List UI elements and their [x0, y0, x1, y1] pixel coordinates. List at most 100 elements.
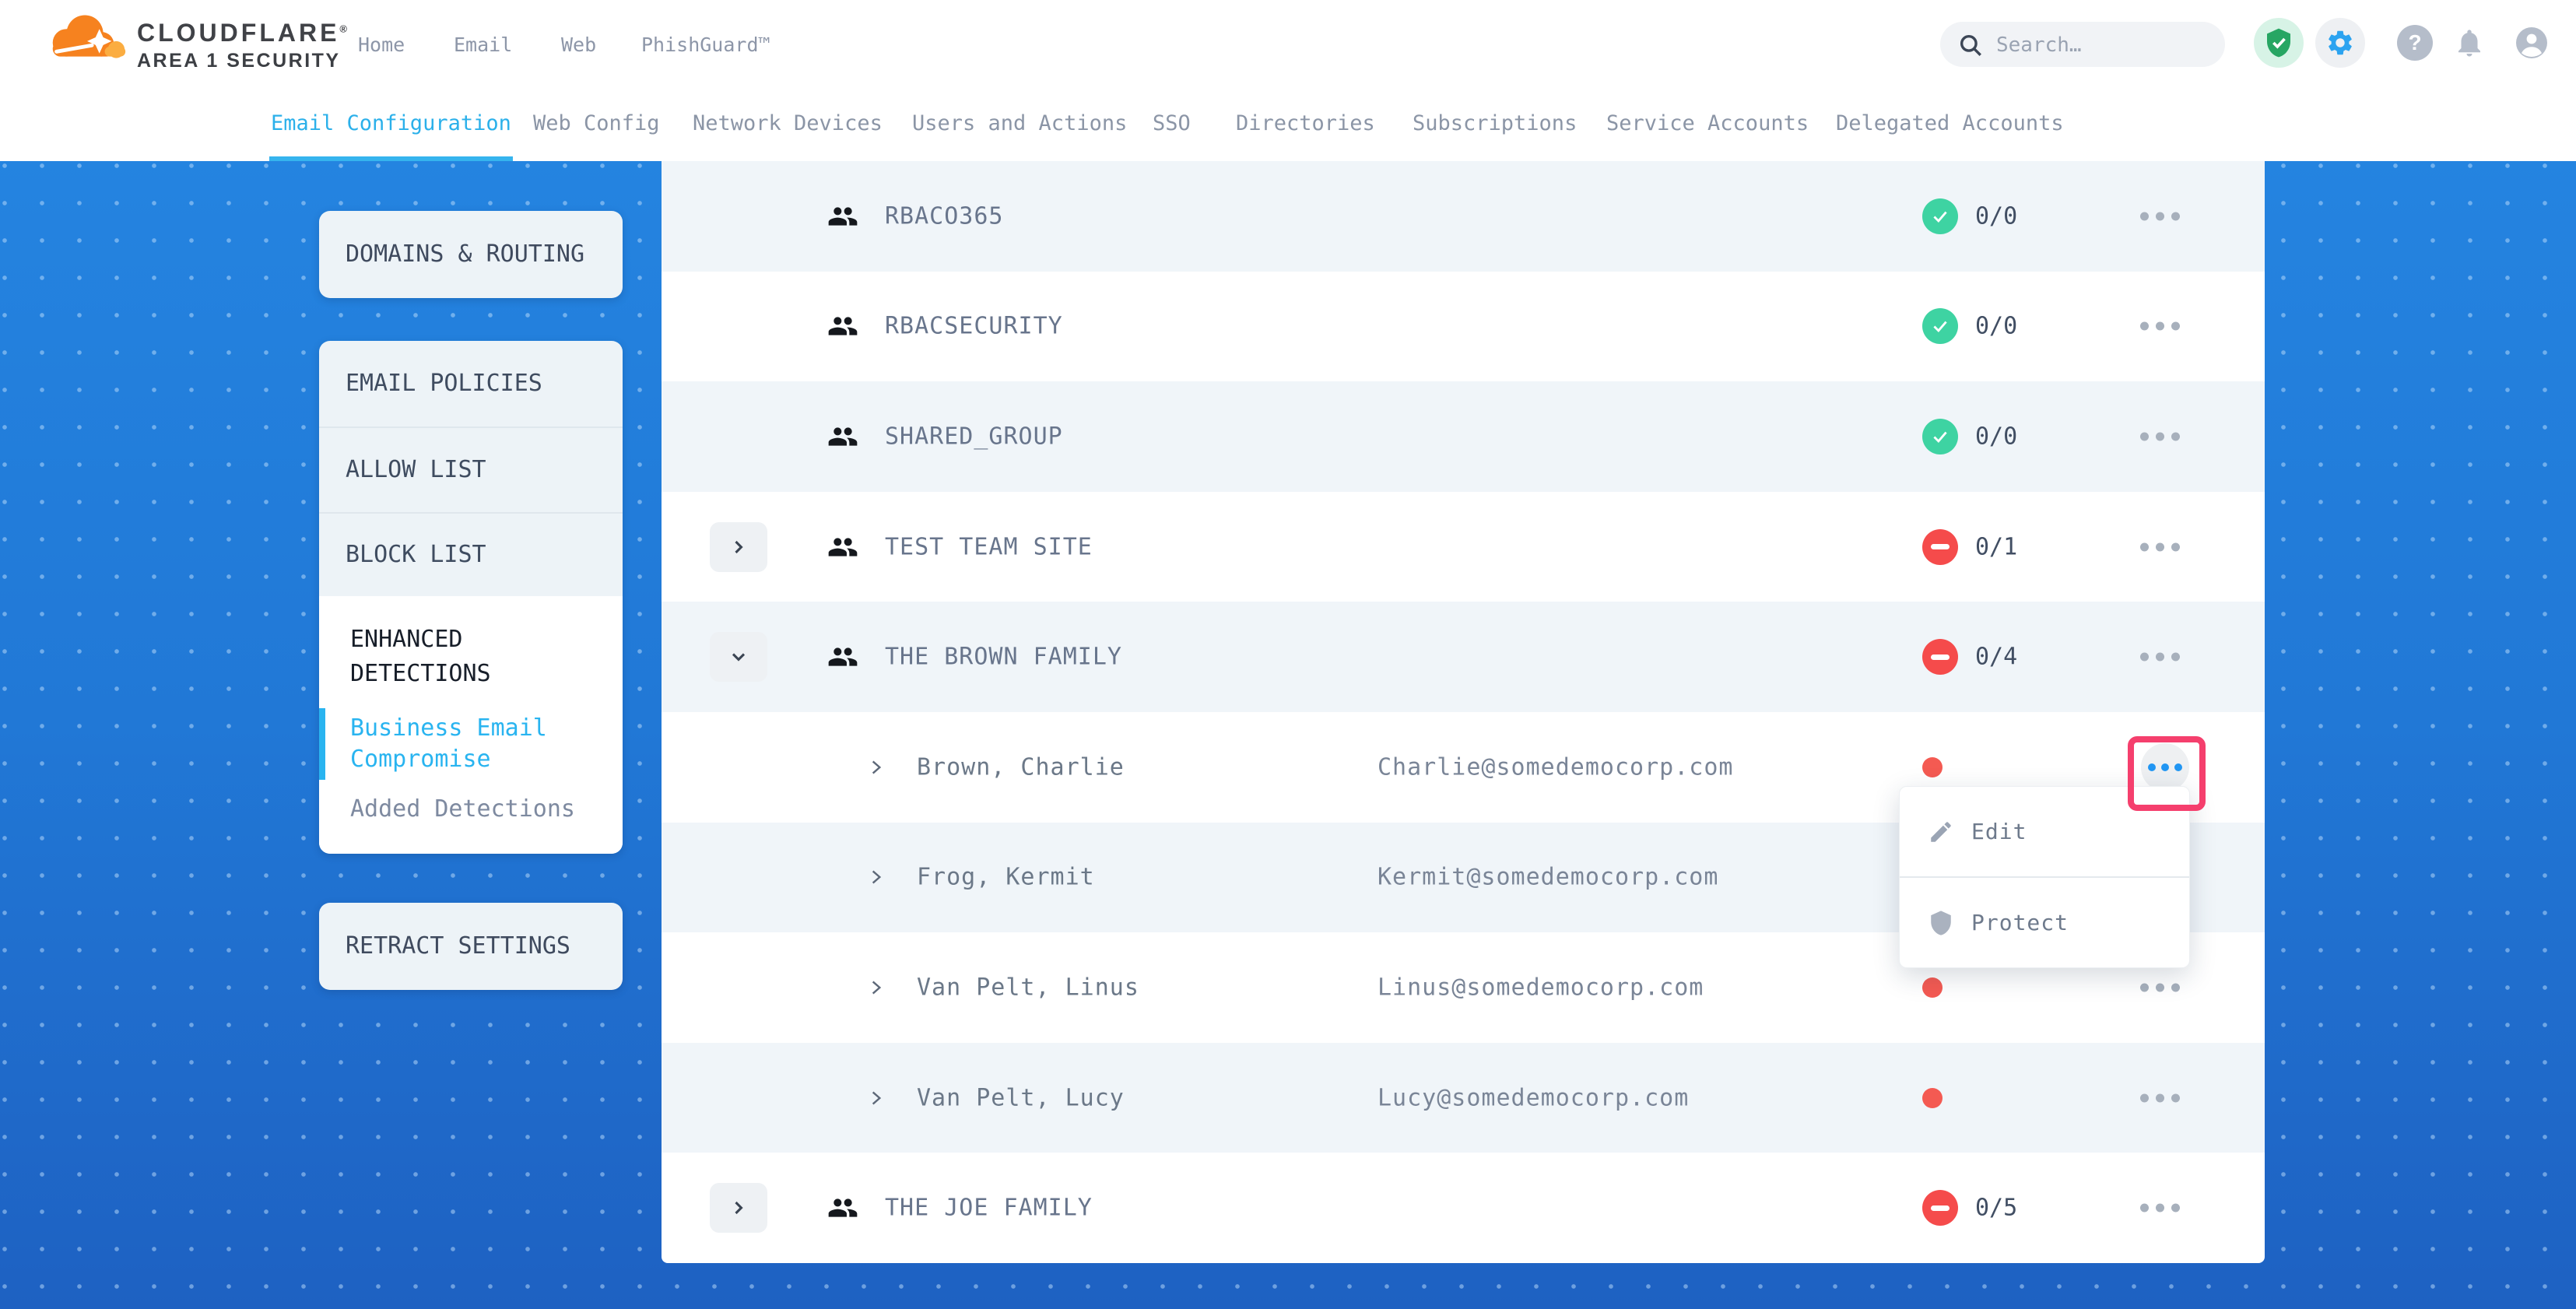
chevron-right-icon [866, 977, 886, 998]
protected-count: 0/4 [1975, 644, 2017, 671]
status-badge-ok [1922, 419, 1958, 454]
sidebar-item-email-policies[interactable]: EMAIL POLICIES [319, 341, 623, 426]
tab-web-config[interactable]: Web Config [533, 89, 660, 161]
help-icon: ? [2397, 25, 2433, 61]
sidebar-item-business-email-compromise[interactable]: Business Email Compromise [350, 713, 601, 775]
sidebar-item-added-detections[interactable]: Added Detections [350, 795, 601, 823]
sidebar-item-allow-list[interactable]: ALLOW LIST [319, 426, 623, 512]
tab-delegated-accounts[interactable]: Delegated Accounts [1836, 89, 2064, 161]
row-menu-button[interactable] [2137, 421, 2183, 451]
protected-count: 0/1 [1975, 533, 2017, 560]
search-icon [1957, 32, 1984, 58]
group-name: SHARED_GROUP [885, 423, 1063, 450]
member-email: Linus@somedemocorp.com [1377, 974, 1704, 1001]
tab-network-devices[interactable]: Network Devices [693, 89, 883, 161]
row-menu-button[interactable] [2137, 972, 2183, 1002]
row-menu-button[interactable] [2137, 1193, 2183, 1223]
tab-email-configuration[interactable]: Email Configuration [271, 89, 511, 161]
chevron-down-icon [728, 646, 749, 668]
table-row-group[interactable]: RBACO365 0/0 [662, 161, 2265, 272]
protected-count: 0/0 [1975, 202, 2017, 230]
tab-subscriptions[interactable]: Subscriptions [1413, 89, 1577, 161]
member-name: Frog, Kermit [917, 864, 1095, 891]
tab-sso[interactable]: SSO [1153, 89, 1191, 161]
check-icon [1934, 433, 1946, 441]
menu-item-protect[interactable]: Protect [1900, 876, 2189, 967]
account-button[interactable] [2507, 18, 2557, 68]
section-tabs: Email Configuration Web Config Network D… [0, 89, 2576, 161]
chevron-right-icon [866, 757, 886, 777]
help-button[interactable]: ? [2390, 18, 2440, 68]
protection-status-button[interactable] [2254, 18, 2304, 68]
table-row-group[interactable]: TEST TEAM SITE 0/1 [662, 492, 2265, 602]
table-row-group[interactable]: THE BROWN FAMILY 0/4 [662, 602, 2265, 712]
brand-subtitle: AREA 1 SECURITY [137, 50, 350, 72]
chevron-right-icon [728, 1197, 749, 1219]
chevron-right-icon [728, 536, 749, 558]
status-dot-alert [1922, 977, 1943, 998]
protected-count: 0/0 [1975, 313, 2017, 340]
member-name: Brown, Charlie [917, 753, 1125, 781]
member-email: Lucy@somedemocorp.com [1377, 1084, 1689, 1111]
menu-item-label: Protect [1971, 910, 2069, 935]
collapse-row-button[interactable] [710, 632, 767, 682]
table-row-group[interactable]: THE JOE FAMILY 0/5 [662, 1153, 2265, 1263]
row-menu-button[interactable] [2137, 532, 2183, 562]
check-icon [1934, 212, 1946, 220]
shield-icon [1928, 910, 1954, 936]
group-name: TEST TEAM SITE [885, 533, 1093, 560]
group-icon [827, 421, 858, 452]
settings-button[interactable] [2315, 18, 2365, 68]
menu-item-edit[interactable]: Edit [1900, 787, 2189, 876]
expand-row-button[interactable] [710, 522, 767, 572]
sidebar-item-domains-routing[interactable]: DOMAINS & ROUTING [319, 211, 623, 298]
table-row-group[interactable]: RBACSECURITY 0/0 [662, 272, 2265, 382]
check-icon [1934, 322, 1946, 331]
tab-users-and-actions[interactable]: Users and Actions [912, 89, 1127, 161]
search-input[interactable] [1995, 22, 2216, 68]
tab-service-accounts[interactable]: Service Accounts [1606, 89, 1809, 161]
minus-icon [1931, 654, 1950, 660]
group-name: RBACSECURITY [885, 313, 1063, 340]
sidebar-item-retract-settings[interactable]: RETRACT SETTINGS [319, 903, 623, 990]
gear-icon [2325, 28, 2355, 58]
chevron-right-icon [866, 867, 886, 887]
sidebar-item-block-list[interactable]: BLOCK LIST [319, 512, 623, 596]
table-row-member[interactable]: Van Pelt, Lucy Lucy@somedemocorp.com [662, 1043, 2265, 1153]
table-row-group[interactable]: SHARED_GROUP 0/0 [662, 381, 2265, 492]
status-badge-ok [1922, 308, 1958, 344]
shield-check-icon [2263, 27, 2294, 58]
topnav-email[interactable]: Email [454, 0, 512, 89]
status-badge-alert [1922, 1190, 1958, 1226]
status-dot-alert [1922, 1088, 1943, 1108]
chevron-right-icon [866, 1088, 886, 1108]
group-icon [827, 1192, 858, 1223]
tab-directories[interactable]: Directories [1236, 89, 1375, 161]
topnav-home[interactable]: Home [358, 0, 405, 89]
group-icon [827, 201, 858, 232]
group-icon [827, 311, 858, 342]
menu-item-label: Edit [1971, 819, 2027, 844]
status-dot-alert [1922, 757, 1943, 777]
status-badge-alert [1922, 529, 1958, 565]
row-actions-button[interactable] [2141, 743, 2189, 791]
expand-row-button[interactable] [710, 1183, 767, 1233]
brand-name: CLOUDFLARE [137, 19, 339, 47]
group-icon [827, 641, 858, 672]
row-menu-button[interactable] [2137, 1083, 2183, 1113]
row-menu-button[interactable] [2137, 201, 2183, 231]
notifications-button[interactable] [2444, 18, 2494, 68]
pencil-icon [1928, 819, 1954, 845]
domains-routing-card: DOMAINS & ROUTING [319, 211, 623, 298]
member-email: Kermit@somedemocorp.com [1377, 864, 1718, 891]
protected-count: 0/5 [1975, 1195, 2017, 1222]
row-menu-button[interactable] [2137, 311, 2183, 342]
enhanced-detections-heading: ENHANCED DETECTIONS [350, 623, 601, 691]
group-name: RBACO365 [885, 202, 1004, 230]
row-menu-button[interactable] [2137, 642, 2183, 672]
trademark: ® [339, 23, 350, 34]
search-box[interactable] [1940, 22, 2225, 67]
topnav-web[interactable]: Web [561, 0, 596, 89]
topnav-phishguard[interactable]: PhishGuard™ [641, 0, 770, 89]
email-policies-card: EMAIL POLICIES ALLOW LIST BLOCK LIST ENH… [319, 341, 623, 854]
